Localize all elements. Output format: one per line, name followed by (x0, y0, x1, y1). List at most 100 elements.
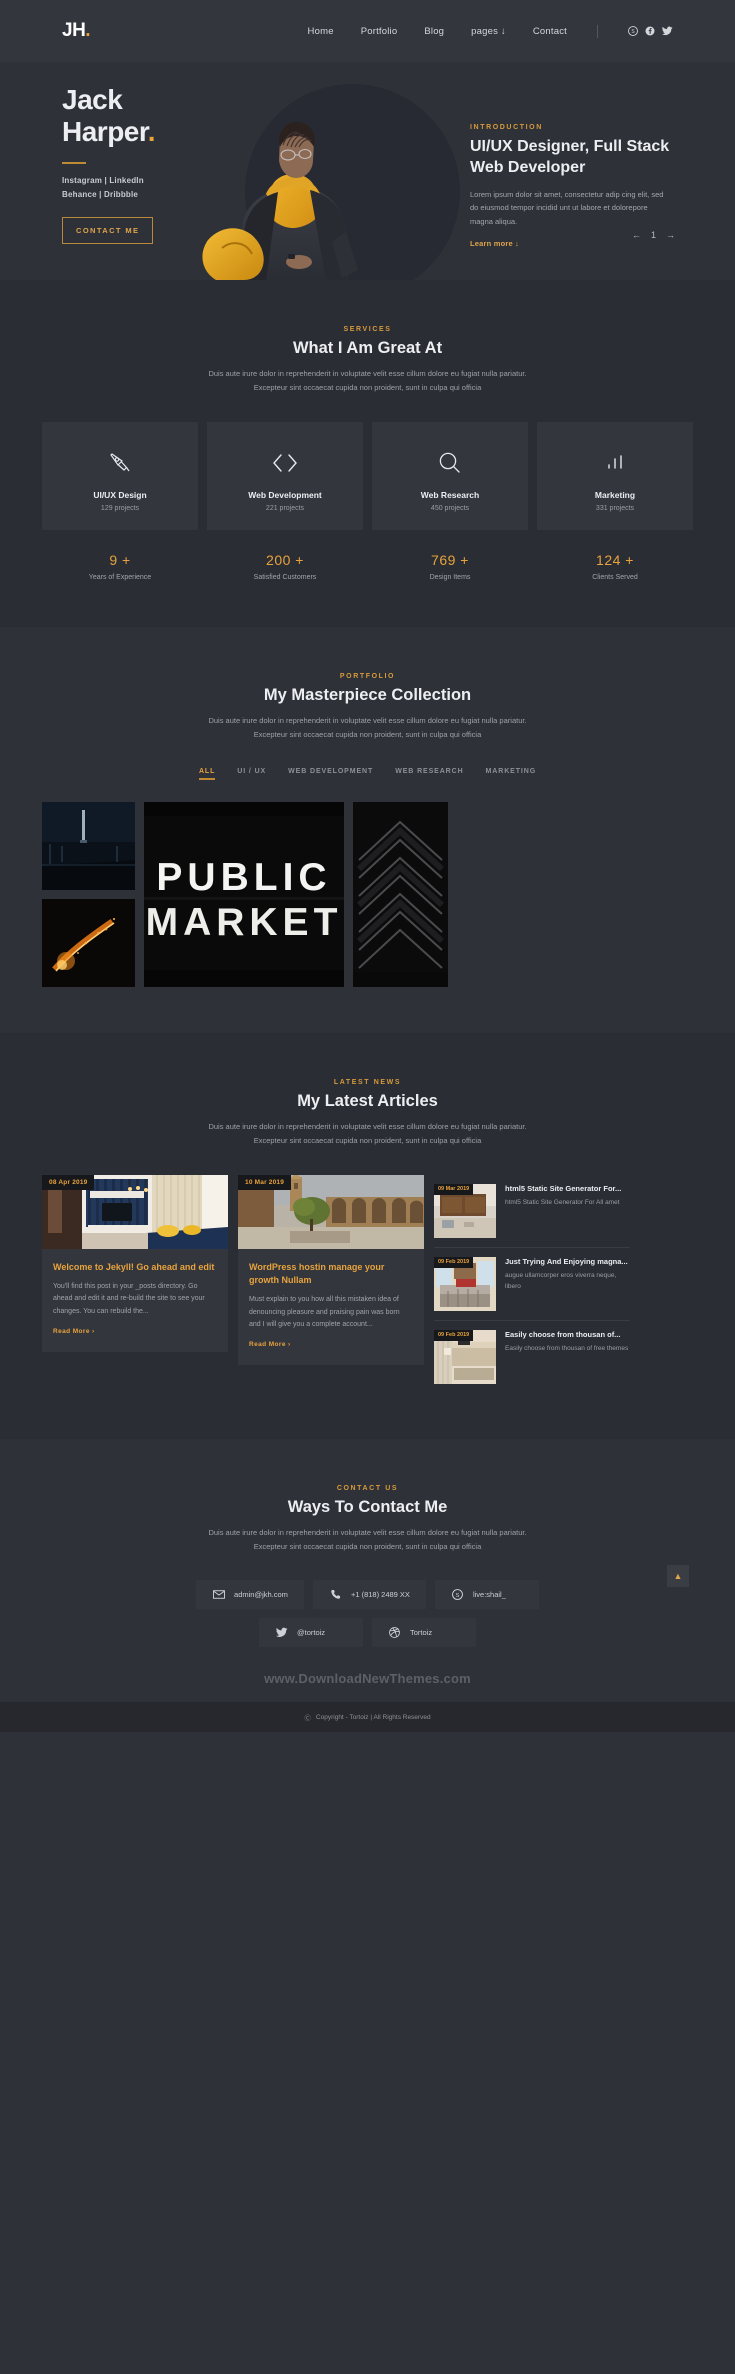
service-count: 331 projects (595, 504, 635, 512)
blog-section: LATEST NEWS My Latest Articles Duis aute… (0, 1033, 735, 1439)
blog-header: LATEST NEWS My Latest Articles Duis aute… (0, 1079, 735, 1149)
portfolio-title: My Masterpiece Collection (263, 685, 472, 704)
service-count: 450 projects (430, 504, 470, 512)
service-card-uiux[interactable]: UI/UX Design 129 projects (42, 421, 198, 530)
blog-card-excerpt: You'll find this post in your _posts dir… (53, 1282, 205, 1316)
nav-item-contact[interactable]: Contact (533, 26, 567, 37)
side-list-item[interactable]: 09 Feb 2019 Just Trying And Enjoying mag… (434, 1246, 630, 1320)
hero-socials-line2[interactable]: Behance | Dribbble (62, 188, 252, 202)
portfolio-tile-fire-sparks[interactable] (42, 899, 135, 987)
twitter-icon[interactable] (662, 26, 673, 36)
services-description: Duis aute irure dolor in reprehenderit i… (208, 369, 527, 393)
skype-icon: S (451, 1589, 464, 1600)
filter-marketing[interactable]: MARKETING (486, 768, 537, 780)
hero-eyebrow: INTRODUCTION (470, 124, 543, 131)
page-root: JH. Home Portfolio Blog pages ↓ Contact … (0, 0, 735, 1732)
blog-card-title[interactable]: Welcome to Jekyll! Go ahead and edit (53, 1261, 217, 1274)
service-count: 221 projects (265, 504, 305, 512)
stat-design-items: 769 + Design Items (372, 552, 528, 581)
contact-value: Tortoiz (410, 1628, 433, 1637)
facebook-icon[interactable] (645, 26, 655, 36)
service-name: Web Research (420, 489, 480, 500)
hero-socials-line1[interactable]: Instagram | LinkedIn (62, 174, 252, 188)
contact-eyebrow: CONTACT US (336, 1484, 399, 1492)
blog-card-excerpt: Must explain to you how all this mistake… (249, 1295, 400, 1329)
contact-title: Ways To Contact Me (287, 1497, 448, 1516)
service-card-webdev[interactable]: Web Development 221 projects (207, 421, 363, 530)
side-item-title[interactable]: html5 Static Site Generator For... (505, 1184, 621, 1195)
skype-icon[interactable]: S (628, 26, 638, 36)
filter-web-research[interactable]: WEB RESEARCH (395, 768, 463, 780)
scroll-to-top-button[interactable]: ▲ (667, 1565, 689, 1587)
header-social-links: S (628, 26, 673, 36)
side-item-title[interactable]: Just Trying And Enjoying magna... (505, 1257, 630, 1268)
side-thumbnail-sideboard: 09 Mar 2019 (434, 1183, 496, 1238)
service-card-research[interactable]: Web Research 450 projects (372, 421, 528, 530)
blog-card[interactable]: 08 Apr 2019 Welcome to Jekyll! Go ahead … (42, 1174, 228, 1353)
nav-divider (597, 24, 598, 38)
hero-name-line2: Harper (62, 116, 148, 148)
slider-next-arrow[interactable]: → (666, 230, 675, 240)
side-list-item[interactable]: 09 Feb 2019 Easily choose from thousan o… (434, 1319, 630, 1393)
side-item-text: Easily choose from thousan of... Easily … (505, 1330, 628, 1384)
side-item-text: html5 Static Site Generator For... html5… (505, 1184, 621, 1238)
nav-item-pages[interactable]: pages ↓ (471, 26, 506, 37)
contact-chip-skype[interactable]: S live:shail_ (434, 1580, 539, 1609)
portfolio-tile-black-staircase[interactable] (353, 802, 448, 987)
contact-me-button[interactable]: CONTACT ME (62, 216, 154, 244)
envelope-icon (212, 1590, 225, 1599)
footer-bar: Ⓒ Copyright - Tortoiz | All Rights Reser… (0, 1702, 735, 1732)
contact-chip-dribbble[interactable]: Tortoiz (372, 1618, 476, 1647)
contact-methods: admin@jkh.com +1 (818) 2489 XX S live:sh… (0, 1580, 735, 1647)
portfolio-tile-public-market-neon[interactable]: PUBLIC MARKET (144, 802, 344, 987)
svg-text:MARKET: MARKET (146, 901, 343, 944)
side-item-title[interactable]: Easily choose from thousan of... (505, 1330, 628, 1341)
filter-uiux[interactable]: UI / UX (237, 768, 266, 780)
slider-prev-arrow[interactable]: ← (632, 230, 641, 240)
contact-chip-twitter[interactable]: @tortoiz (259, 1618, 363, 1647)
nav-item-home[interactable]: Home (308, 26, 334, 37)
site-logo[interactable]: JH. (62, 20, 91, 42)
hero-name-dot: . (147, 116, 156, 148)
stat-value: 124 + (596, 551, 634, 568)
read-more-link[interactable]: Read More › (249, 1341, 291, 1348)
services-card-row: UI/UX Design 129 projects Web Developmen… (0, 421, 735, 530)
stat-value: 200 + (266, 551, 304, 568)
side-date-badge: 09 Feb 2019 (434, 1329, 474, 1341)
blog-card-title[interactable]: WordPress hostin manage your growth Null… (249, 1261, 413, 1287)
copyright-text: Copyright - Tortoiz | All Rights Reserve… (315, 1713, 431, 1721)
nav-item-portfolio[interactable]: Portfolio (361, 26, 398, 37)
side-item-excerpt: Easily choose from thousan of free theme… (505, 1345, 629, 1353)
stat-value: 9 + (109, 551, 131, 568)
contact-description: Duis aute irure dolor in reprehenderit i… (208, 1527, 527, 1551)
pen-tool-icon (48, 444, 192, 482)
portfolio-header: PORTFOLIO My Masterpiece Collection Duis… (0, 673, 735, 743)
stat-label: Years of Experience (88, 573, 152, 581)
filter-all[interactable]: ALL (198, 768, 216, 780)
stat-customers: 200 + Satisfied Customers (207, 552, 363, 581)
contact-value: admin@jkh.com (234, 1590, 288, 1599)
side-date-badge: 09 Mar 2019 (434, 1183, 474, 1195)
filter-web-development[interactable]: WEB DEVELOPMENT (288, 768, 373, 780)
side-thumbnail-bed-bench: 09 Feb 2019 (434, 1329, 496, 1384)
stat-label: Satisfied Customers (253, 573, 317, 581)
contact-chip-phone[interactable]: +1 (818) 2489 XX (312, 1580, 426, 1609)
portfolio-tile-dark-corridor[interactable] (42, 802, 135, 890)
service-card-marketing[interactable]: Marketing 331 projects (537, 421, 693, 530)
code-brackets-icon (213, 444, 357, 482)
phone-icon (329, 1589, 342, 1600)
read-more-link[interactable]: Read More › (53, 1328, 95, 1335)
contact-chip-email[interactable]: admin@jkh.com (196, 1580, 304, 1609)
nav-item-blog[interactable]: Blog (424, 26, 444, 37)
service-count: 129 projects (100, 504, 140, 512)
service-name: Marketing (594, 489, 636, 500)
side-list-item[interactable]: 09 Mar 2019 html5 Static Site Generator … (434, 1175, 630, 1247)
hero-social-links: Instagram | LinkedIn Behance | Dribbble (62, 174, 252, 202)
side-item-text: Just Trying And Enjoying magna... augue … (505, 1257, 630, 1311)
blog-card[interactable]: 10 Mar 2019 WordPress hostin manage your… (238, 1174, 424, 1366)
learn-more-link[interactable]: Learn more ↓ (470, 239, 519, 248)
side-item-excerpt: augue ullamcorper eros viverra neque, li… (505, 1272, 617, 1290)
slider-index: 1 (650, 230, 656, 240)
copyright-symbol: Ⓒ (304, 1715, 311, 1722)
hero-name: Jack Harper. (62, 84, 252, 149)
